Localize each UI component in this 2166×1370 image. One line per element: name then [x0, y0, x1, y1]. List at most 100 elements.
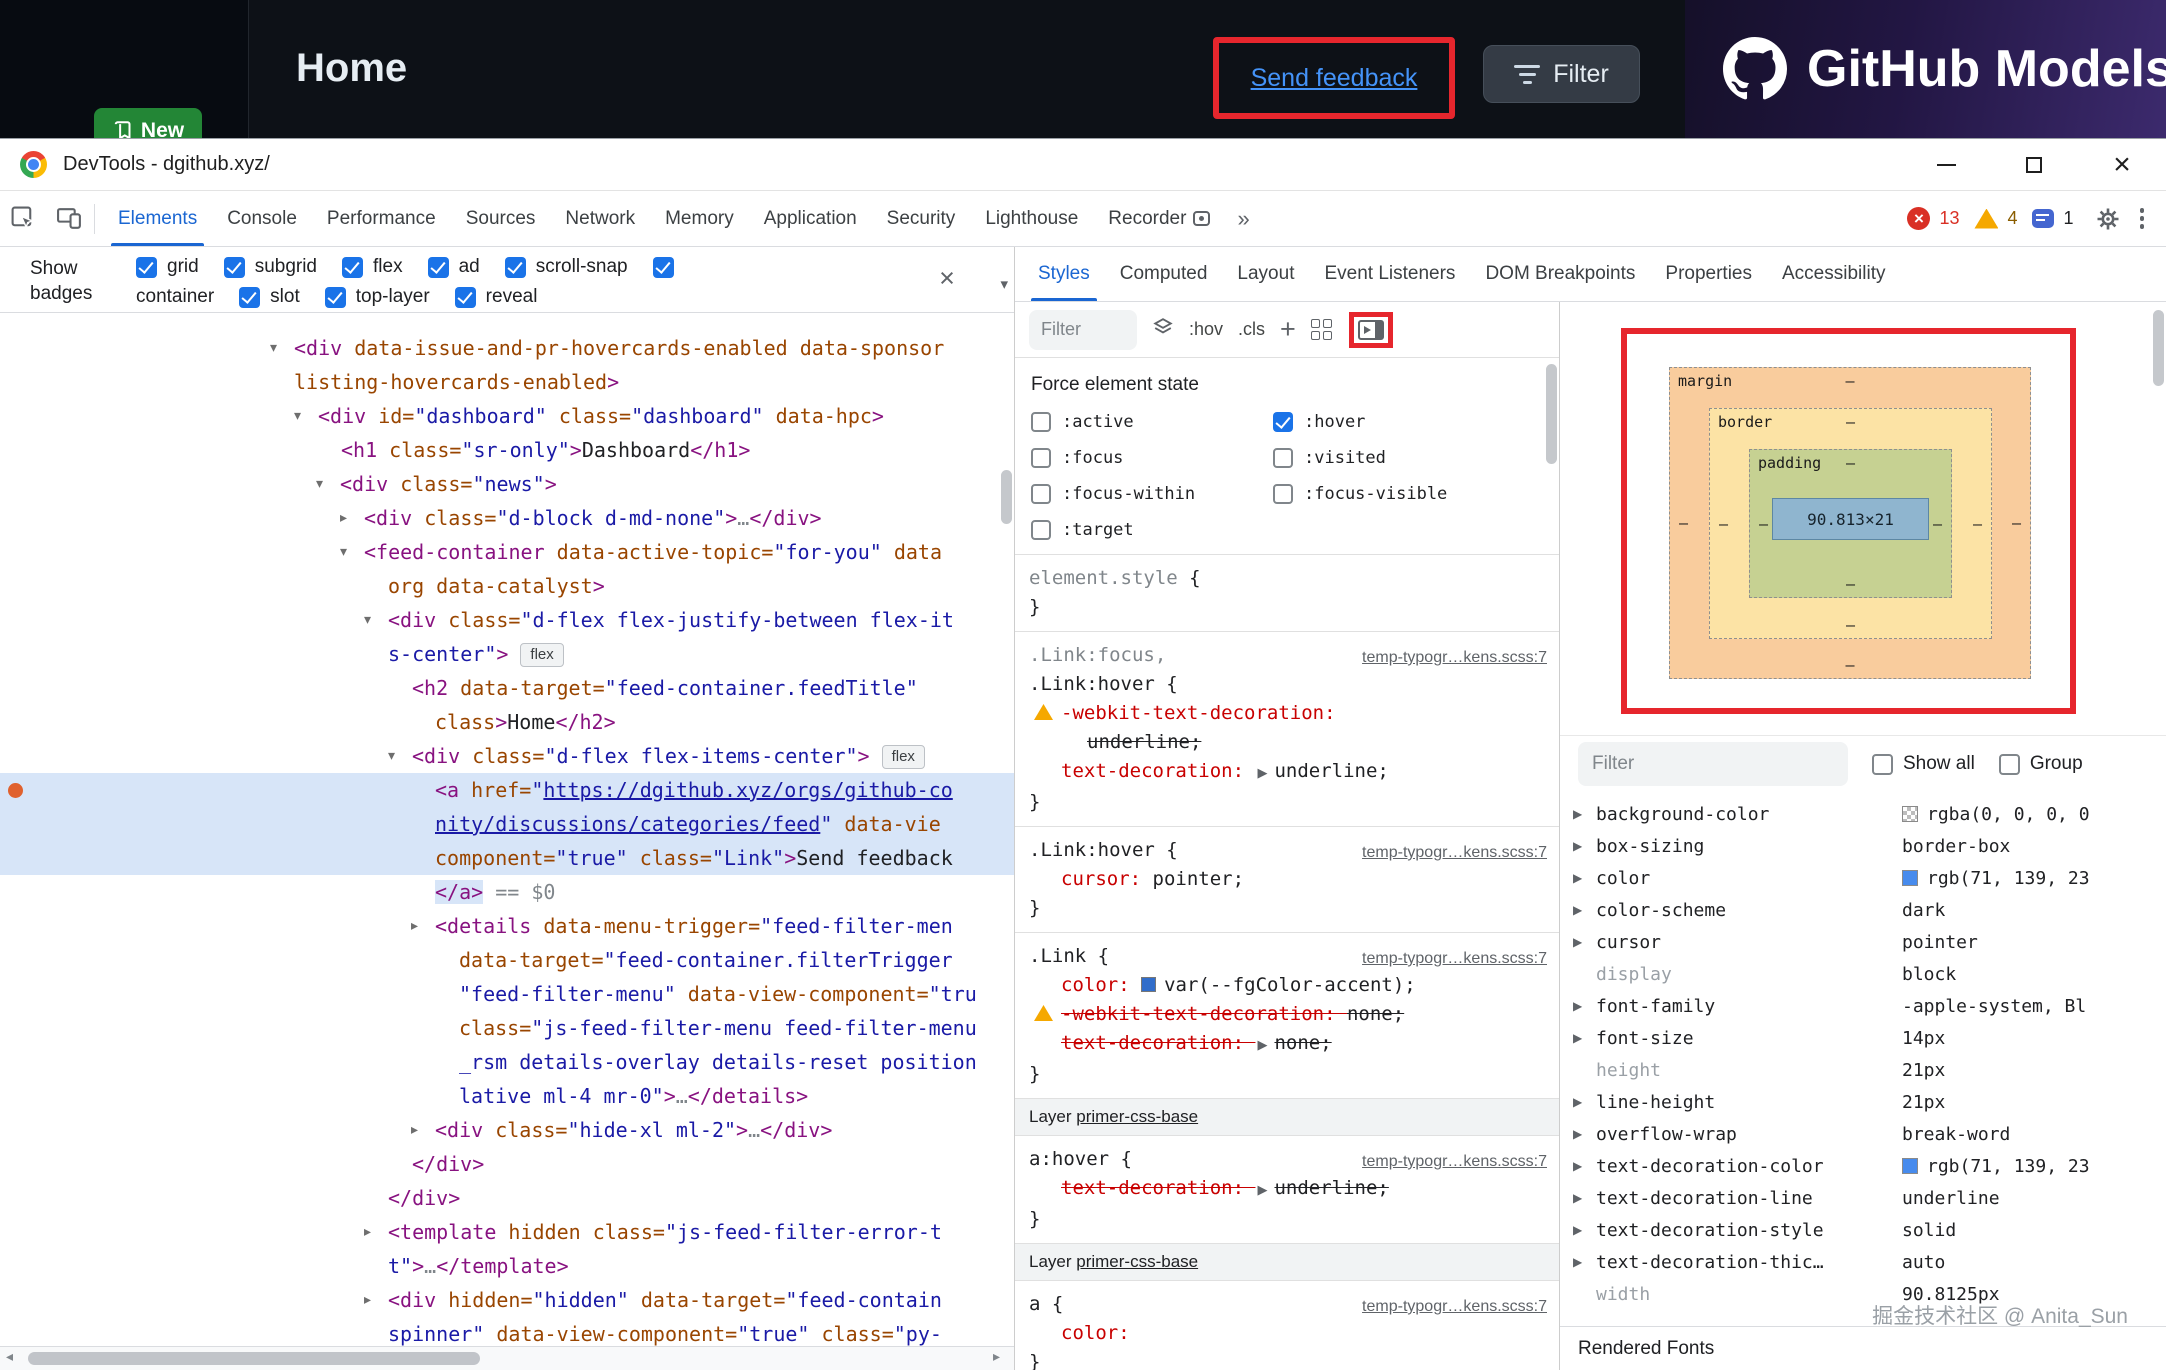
padding-top-value[interactable]: –	[1846, 454, 1855, 472]
send-feedback-link[interactable]: Send feedback	[1251, 64, 1418, 93]
errors-icon[interactable]	[1907, 207, 1930, 230]
expand-arrow-icon[interactable]	[1573, 1127, 1582, 1141]
flex-badge[interactable]: flex	[882, 745, 925, 769]
computed-property-row[interactable]: text-decoration-stylesolid	[1560, 1214, 2166, 1246]
dom-tree-line[interactable]: </a> == $0	[0, 875, 1014, 909]
expand-arrow-icon[interactable]	[1573, 1159, 1582, 1173]
badge-toggle-unlabeled[interactable]	[653, 257, 674, 278]
color-swatch[interactable]	[1902, 806, 1918, 822]
dom-tree-line[interactable]: listing-hovercards-enabled>	[0, 365, 1014, 399]
devtools-tab-console[interactable]: Console	[212, 191, 312, 246]
sidebar-tab-dom-breakpoints[interactable]: DOM Breakpoints	[1470, 247, 1650, 301]
stylesheet-link[interactable]: temp-typogr…kens.scss:7	[1362, 1292, 1547, 1321]
computed-property-row[interactable]: colorrgb(71, 139, 23	[1560, 862, 2166, 894]
expand-arrow-icon[interactable]	[1573, 807, 1582, 821]
expand-arrow-open-icon[interactable]: ▾	[388, 739, 395, 773]
dom-tree-line[interactable]: ▸<template hidden class="js-feed-filter-…	[0, 1215, 1014, 1249]
checkbox-ad[interactable]	[428, 257, 449, 278]
padding-bottom-value[interactable]: –	[1846, 575, 1855, 593]
margin-top-value[interactable]: –	[1845, 372, 1854, 390]
dom-tree-line[interactable]: "feed-filter-menu" data-view-component="…	[0, 977, 1014, 1011]
checkbox-top-layer[interactable]	[325, 287, 346, 308]
padding-right-value[interactable]: –	[1933, 515, 1942, 533]
dom-tree-line[interactable]: component="true" class="Link">Send feedb…	[0, 841, 1014, 875]
stylesheet-link[interactable]: temp-typogr…kens.scss:7	[1362, 838, 1547, 867]
checkbox-group[interactable]	[1999, 754, 2020, 775]
attribute-link[interactable]: https://dgithub.xyz/orgs/github-co	[543, 778, 952, 802]
dom-tree-line[interactable]: ▸<details data-menu-trigger="feed-filter…	[0, 909, 1014, 943]
warnings-icon[interactable]	[1974, 209, 1998, 229]
expand-arrow-icon[interactable]	[1573, 935, 1582, 949]
sidebar-tab-layout[interactable]: Layout	[1222, 247, 1309, 301]
more-panels-button[interactable]: »	[1225, 206, 1261, 232]
elements-horizontal-scrollbar[interactable]: ◂ ▸	[0, 1346, 1014, 1370]
checkbox-unlabeled[interactable]	[653, 257, 674, 278]
expand-arrow-icon[interactable]	[1573, 903, 1582, 917]
new-style-rule-icon[interactable]	[1280, 316, 1296, 343]
error-count[interactable]: 13	[1939, 208, 1959, 229]
expand-arrow-open-icon[interactable]: ▾	[340, 535, 347, 569]
expand-arrow-icon[interactable]	[1257, 1176, 1267, 1205]
box-model-content[interactable]: 90.813×21	[1772, 498, 1929, 540]
css-declaration[interactable]: -webkit-text-decoration:	[1029, 699, 1547, 728]
computed-property-row[interactable]: font-family-apple-system, Bl	[1560, 990, 2166, 1022]
dom-tree-line[interactable]: <h1 class="sr-only">Dashboard</h1>	[0, 433, 1014, 467]
expand-arrow-icon[interactable]	[1573, 1223, 1582, 1237]
dom-tree-line[interactable]: </div>	[0, 1147, 1014, 1181]
attribute-link[interactable]: nity/discussions/categories/feed	[435, 812, 820, 836]
dom-tree-line[interactable]: spinner" data-view-component="true" clas…	[0, 1317, 1014, 1346]
chevron-down-icon[interactable]	[1000, 275, 1008, 293]
color-swatch[interactable]	[1902, 870, 1918, 886]
dom-tree-line[interactable]: org data-catalyst>	[0, 569, 1014, 603]
margin-right-value[interactable]: –	[2012, 514, 2021, 532]
badge-toggle-ad[interactable]: ad	[428, 256, 480, 278]
expand-arrow-icon[interactable]	[1573, 871, 1582, 885]
css-declaration[interactable]: color:	[1029, 1319, 1547, 1348]
expand-arrow-closed-icon[interactable]: ▸	[364, 1283, 371, 1317]
stylesheet-link[interactable]: temp-typogr…kens.scss:7	[1362, 944, 1547, 973]
new-button[interactable]: New	[94, 108, 202, 138]
expand-arrow-icon[interactable]	[1573, 1031, 1582, 1045]
color-swatch[interactable]	[1902, 1158, 1918, 1174]
minimize-button[interactable]	[1902, 139, 1990, 190]
computed-vertical-scrollbar[interactable]	[2153, 310, 2164, 386]
expand-arrow-icon[interactable]	[1573, 1255, 1582, 1269]
color-swatch[interactable]	[1141, 977, 1156, 992]
maximize-button[interactable]	[1990, 139, 2078, 190]
dom-tree-line[interactable]: class>Home</h2>	[0, 705, 1014, 739]
elements-vertical-scrollbar[interactable]	[1001, 470, 1012, 524]
sidebar-tab-event-listeners[interactable]: Event Listeners	[1309, 247, 1470, 301]
checkbox-scroll-snap[interactable]	[505, 257, 526, 278]
flex-badge[interactable]: flex	[520, 643, 563, 667]
dom-tree-line[interactable]: ▾<div data-issue-and-pr-hovercards-enabl…	[0, 331, 1014, 365]
dom-tree-line[interactable]: t">…</template>	[0, 1249, 1014, 1283]
scrollbar-thumb[interactable]	[28, 1352, 480, 1365]
dom-tree-line[interactable]: s-center">flex	[0, 637, 1014, 671]
grid-icon[interactable]	[1311, 319, 1332, 340]
sidebar-tab-computed[interactable]: Computed	[1105, 247, 1223, 301]
checkbox-target[interactable]	[1031, 520, 1051, 540]
checkbox-reveal[interactable]	[455, 287, 476, 308]
close-button[interactable]	[2078, 139, 2166, 190]
css-declaration[interactable]: -webkit-text-decoration: none;	[1029, 1000, 1547, 1029]
warning-count[interactable]: 4	[2007, 208, 2017, 229]
computed-property-row[interactable]: height21px	[1560, 1054, 2166, 1086]
layer-link[interactable]: primer-css-base	[1076, 1252, 1198, 1271]
rendered-fonts-section[interactable]: Rendered Fonts	[1560, 1326, 2166, 1370]
devtools-tab-lighthouse[interactable]: Lighthouse	[970, 191, 1093, 246]
devtools-tab-elements[interactable]: Elements	[103, 191, 212, 246]
checkbox-hover[interactable]	[1273, 412, 1293, 432]
css-declaration[interactable]: text-decoration: underline;	[1029, 1174, 1547, 1205]
border-left-value[interactable]: –	[1719, 515, 1728, 533]
stylesheet-link[interactable]: temp-typogr…kens.scss:7	[1362, 1147, 1547, 1176]
force-state-focus[interactable]: :focus	[1031, 448, 1273, 468]
styles-filter-input[interactable]: Filter	[1029, 310, 1137, 350]
inspect-icon[interactable]	[0, 196, 46, 242]
computed-property-row[interactable]: cursorpointer	[1560, 926, 2166, 958]
scroll-right-arrow-icon[interactable]: ▸	[993, 1349, 1000, 1365]
computed-property-row[interactable]: text-decoration-thic…auto	[1560, 1246, 2166, 1278]
dom-tree-line[interactable]: ▾<div id="dashboard" class="dashboard" d…	[0, 399, 1014, 433]
dom-tree-line[interactable]: <a href="https://dgithub.xyz/orgs/github…	[0, 773, 1014, 807]
badge-toggle-reveal[interactable]: reveal	[455, 286, 538, 308]
device-toolbar-icon[interactable]	[46, 196, 92, 242]
